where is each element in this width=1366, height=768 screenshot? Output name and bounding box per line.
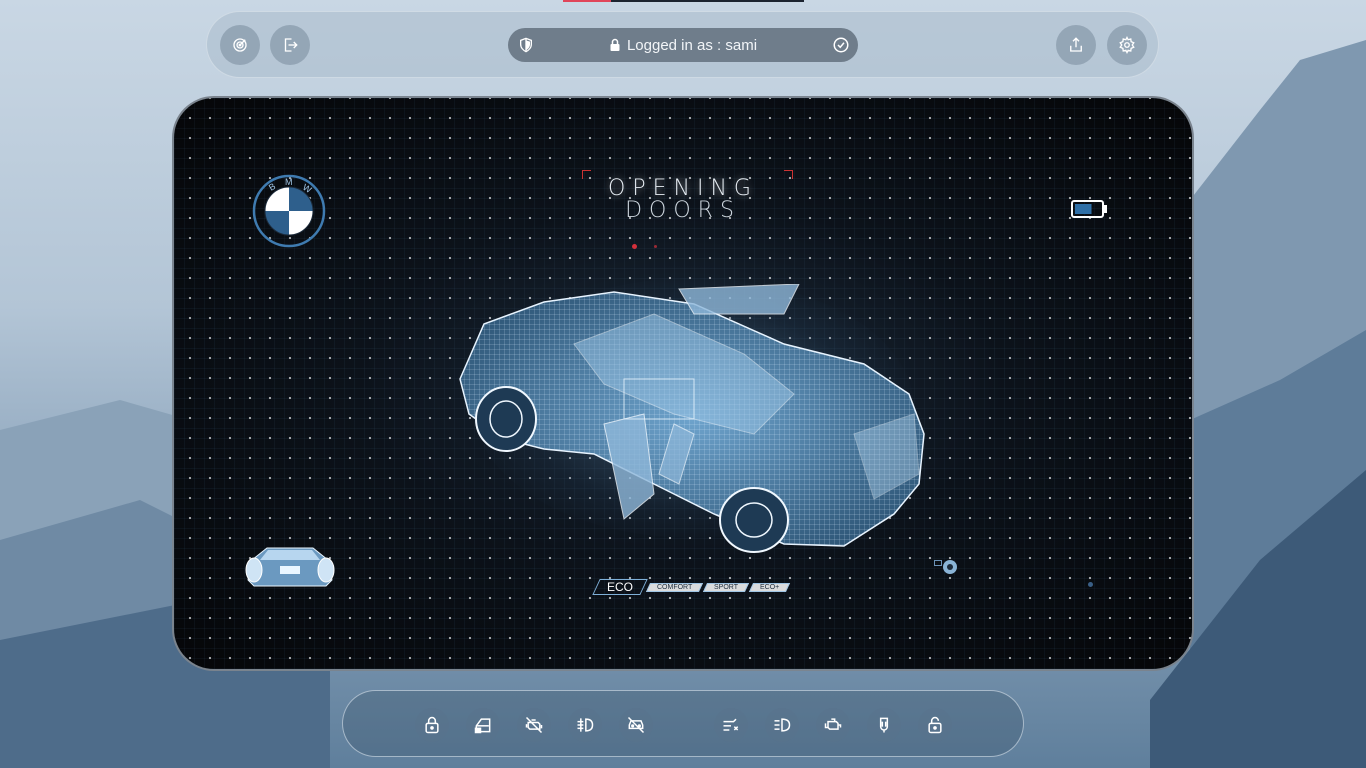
engine-off-icon	[525, 716, 543, 734]
rotate-view-handle[interactable]	[943, 560, 957, 574]
logout-icon	[284, 38, 298, 52]
login-status-pill: Logged in as : sami	[508, 28, 858, 62]
seatbelt-button[interactable]	[867, 708, 901, 742]
mode-eco[interactable]: ECO	[592, 579, 648, 595]
mode-comfort-label: COMFORT	[657, 583, 693, 591]
lock-icon	[610, 38, 620, 51]
mode-sport[interactable]: SPORT	[703, 582, 750, 592]
share-icon	[1070, 37, 1082, 52]
share-button[interactable]	[1056, 25, 1096, 65]
car-front-thumbnail	[245, 547, 335, 587]
bottom-control-bar	[342, 690, 1024, 757]
engine-button[interactable]	[816, 708, 850, 742]
exhaust-button[interactable]	[714, 708, 748, 742]
indicator-rect	[934, 560, 942, 566]
car-off-icon	[627, 716, 645, 734]
car-door-button[interactable]	[466, 708, 500, 742]
unlock-icon	[928, 716, 942, 734]
battery-icon	[1071, 200, 1107, 218]
seatbelt-icon	[879, 717, 889, 733]
login-status-text: Logged in as : sami	[508, 37, 858, 54]
exhaust-icon	[723, 718, 739, 731]
radar-icon	[233, 38, 247, 52]
car-door-open-icon	[474, 718, 491, 734]
headlight-icon	[774, 718, 791, 732]
mode-eco-plus[interactable]: ECO+	[749, 582, 791, 592]
mode-eco-label: ECO	[607, 580, 634, 594]
vehicle-panel: B M W OPENING DOORS ECO COMFORT SPORT EC…	[172, 96, 1194, 671]
unlock-button[interactable]	[918, 708, 952, 742]
mode-comfort[interactable]: COMFORT	[645, 582, 704, 592]
mode-eco-plus-label: ECO+	[760, 583, 780, 591]
car-wireframe-image	[459, 284, 925, 553]
title-line-1: OPENING	[608, 176, 758, 201]
settings-button[interactable]	[1107, 25, 1147, 65]
login-label: Logged in as : sami	[626, 37, 758, 54]
headlight-button[interactable]	[765, 708, 799, 742]
top-progress-fill	[563, 0, 612, 2]
fog-light-button[interactable]	[568, 708, 602, 742]
indicator-dot	[1088, 582, 1093, 587]
fog-light-icon	[577, 718, 594, 732]
verified-check-icon	[833, 37, 849, 53]
top-progress-bar	[563, 0, 804, 2]
engine-off-button[interactable]	[517, 708, 551, 742]
radar-button[interactable]	[220, 25, 260, 65]
engine-icon	[824, 718, 842, 730]
drive-mode-selector: ECO COMFORT SPORT ECO+	[592, 579, 791, 595]
status-dot	[632, 244, 637, 249]
page-title: OPENING DOORS	[174, 178, 1192, 222]
settings-icon	[1119, 36, 1135, 54]
logout-button[interactable]	[270, 25, 310, 65]
title-line-2: DOORS	[625, 198, 741, 223]
lock-icon	[425, 716, 439, 734]
mode-sport-label: SPORT	[714, 583, 739, 591]
car-off-button[interactable]	[619, 708, 653, 742]
status-dot-small	[654, 245, 657, 248]
lock-button[interactable]	[415, 708, 449, 742]
